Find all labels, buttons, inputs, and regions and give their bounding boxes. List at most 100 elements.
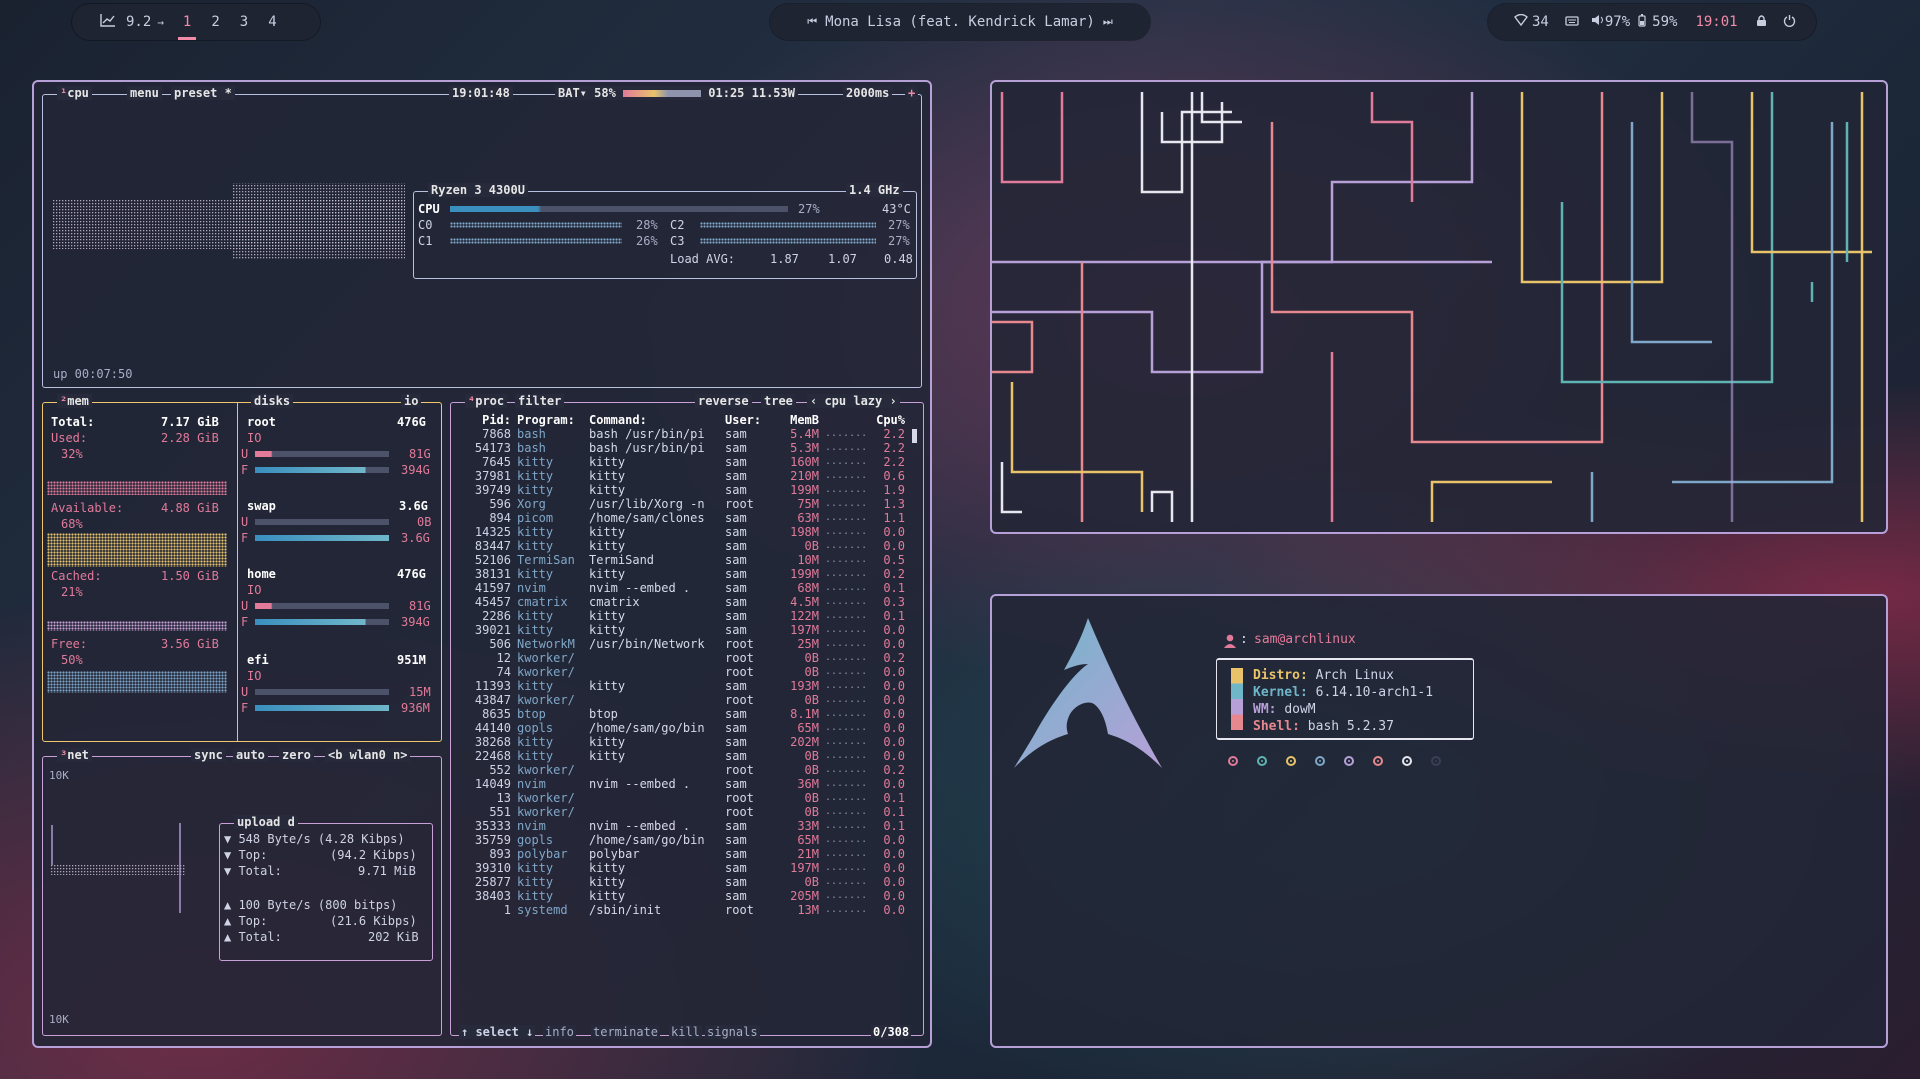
table-row[interactable]: 52106 TermiSan TermiSand sam 10M....... 0.5	[455, 553, 905, 567]
disk-free-meter	[255, 705, 389, 711]
cpu-tab[interactable]: cpu	[67, 86, 89, 100]
net-interface-selector[interactable]: <b wlan0 n>	[325, 748, 411, 762]
table-row[interactable]: 39021 kitty kitty sam 197M....... 0.0	[455, 623, 905, 637]
table-row[interactable]: 506 NetworkM/usr/bin/Network root 25M......…	[455, 637, 905, 651]
workspace-1[interactable]: 1	[176, 14, 198, 40]
table-row[interactable]: 44140 gopls/home/sam/go/bin sam 65M....... 0…	[455, 721, 905, 735]
proc-tree-toggle[interactable]: tree	[761, 394, 796, 408]
table-row[interactable]: 13 kworker/root 0B....... 0.1	[455, 791, 905, 805]
table-row[interactable]: 45457 cmatrix cmatrix sam 4.5M....... 0.3	[455, 595, 905, 609]
col-cpu[interactable]: Cpu%	[873, 413, 905, 427]
proc-cpu: 0.0	[883, 749, 905, 763]
proc-info-button[interactable]: info	[543, 1025, 576, 1039]
proc-cpu-graph: .......	[825, 554, 868, 565]
update-interval[interactable]: 2000ms	[843, 86, 893, 100]
pipes-window[interactable]	[990, 80, 1888, 534]
table-row[interactable]: 83447 kitty kitty sam 0B....... 0.0	[455, 539, 905, 553]
proc-kill-button[interactable]: kill	[669, 1025, 702, 1039]
table-row[interactable]: 35759 gopls/home/sam/go/bin sam 65M....... 0…	[455, 833, 905, 847]
net-zero-toggle[interactable]: zero	[279, 748, 314, 762]
col-pid[interactable]: Pid:	[455, 413, 517, 427]
table-row[interactable]: 2286 kitty kitty sam 122M....... 0.1	[455, 609, 905, 623]
table-row[interactable]: 35333 nvim nvim --embed . sam 33M....... 0.1	[455, 819, 905, 833]
disks-tab[interactable]: disks	[251, 394, 294, 408]
table-row[interactable]: 41597 nvim nvim --embed . sam 68M....... 0.1	[455, 581, 905, 595]
previous-track-button[interactable]: ⏮	[807, 15, 817, 29]
proc-terminate-button[interactable]: terminate	[591, 1025, 661, 1039]
fetch-info-box: Distro: Arch Linux Kernel: 6.14.10-arch1…	[1216, 658, 1474, 740]
table-row[interactable]: 596 Xorg/usr/lib/Xorg -n root 75M....... 1.3	[455, 497, 905, 511]
user-icon	[1224, 634, 1236, 652]
proc-program: nvim	[517, 777, 546, 791]
proc-reverse-toggle[interactable]: reverse	[695, 394, 752, 408]
table-row[interactable]: 54173 bash bash /usr/bin/pi sam 5.3M....... 2…	[455, 441, 905, 455]
table-row[interactable]: 552 kworker/root 0B....... 0.2	[455, 763, 905, 777]
table-row[interactable]: 551 kworker/root 0B....... 0.1	[455, 805, 905, 819]
mem-tab[interactable]: mem	[67, 394, 89, 408]
proc-filter-button[interactable]: filter	[515, 394, 565, 408]
next-track-button[interactable]: ⏭	[1103, 15, 1113, 29]
download-total-value: 9.71 MiB	[358, 864, 416, 878]
table-row[interactable]: 25877 kitty kitty sam 0B....... 0.0	[455, 875, 905, 889]
workspace-4[interactable]: 4	[261, 14, 283, 30]
table-row[interactable]: 14049 nvim nvim --embed . sam 36M....... 0.0	[455, 777, 905, 791]
table-row[interactable]: 893 polybar polybar sam 21M....... 0.0	[455, 847, 905, 861]
proc-program: kworker/	[517, 791, 575, 805]
table-row[interactable]: 7868 bash bash /usr/bin/pi sam 5.4M....... 2.…	[455, 427, 905, 441]
table-row[interactable]: 11393 kitty kitty sam 193M....... 0.0	[455, 679, 905, 693]
proc-program: kitty	[517, 455, 554, 469]
keyboard-icon	[1565, 14, 1579, 30]
proc-command: kitty	[589, 567, 626, 581]
fetch-window[interactable]: : sam@archlinux Distro: Arch Linux Kerne…	[990, 594, 1888, 1048]
col-command[interactable]: Command:	[589, 413, 725, 427]
table-row[interactable]: 74 kworker/root 0B....... 0.0	[455, 665, 905, 679]
proc-mem: 65M	[797, 721, 819, 735]
table-row[interactable]: 37981 kitty kitty sam 210M....... 0.6	[455, 469, 905, 483]
table-row[interactable]: 1 systemd/sbin/init root 13M....... 0.0	[455, 903, 905, 917]
lock-icon[interactable]	[1756, 14, 1767, 31]
table-row[interactable]: 14325 kitty kitty sam 198M....... 0.0	[455, 525, 905, 539]
col-user[interactable]: User:	[725, 413, 781, 427]
proc-tab[interactable]: proc	[475, 394, 504, 408]
io-toggle[interactable]: io	[401, 394, 422, 408]
table-row[interactable]: 8635 btop btop sam 8.1M....... 0.0	[455, 707, 905, 721]
proc-signals-button[interactable]: signals	[705, 1025, 760, 1039]
net-sync-toggle[interactable]: sync	[191, 748, 226, 762]
interval-plus-button[interactable]: +	[905, 86, 919, 100]
col-mem[interactable]: MemB	[781, 413, 819, 427]
proc-select-hint[interactable]: ↑ select ↓	[459, 1025, 536, 1039]
proc-command: cmatrix	[589, 595, 640, 609]
proc-command: kitty	[589, 749, 626, 763]
menu-button[interactable]: menu	[127, 86, 162, 100]
table-row[interactable]: 38131 kitty kitty sam 199M....... 0.2	[455, 567, 905, 581]
palette-dot-icon	[1373, 756, 1383, 766]
power-icon[interactable]	[1783, 14, 1796, 31]
table-row[interactable]: 38403 kitty kitty sam 205M....... 0.0	[455, 889, 905, 903]
disk-free-value: 3.6G	[401, 531, 430, 545]
workspace-2[interactable]: 2	[204, 14, 226, 30]
proc-mem: 205M	[790, 889, 819, 903]
col-program[interactable]: Program:	[517, 413, 589, 427]
preset-button[interactable]: preset *	[171, 86, 235, 100]
table-row[interactable]: 22468 kitty kitty sam 0B....... 0.0	[455, 749, 905, 763]
net-tab[interactable]: net	[67, 748, 89, 762]
table-row[interactable]: 7645 kitty kitty sam 160M....... 2.2	[455, 455, 905, 469]
table-row[interactable]: 12 kworker/root 0B....... 0.2	[455, 651, 905, 665]
workspace-3[interactable]: 3	[233, 14, 255, 30]
table-row[interactable]: 43847 kworker/root 0B....... 0.0	[455, 693, 905, 707]
table-row[interactable]: 38268 kitty kitty sam 202M....... 0.0	[455, 735, 905, 749]
btop-window[interactable]: ¹cpu menu preset * 19:01:48 BAT▾ 58% 01:…	[32, 80, 932, 1048]
table-row[interactable]: 39749 kitty kitty sam 199M....... 1.9	[455, 483, 905, 497]
proc-cpu-graph: .......	[825, 540, 868, 551]
table-row[interactable]: 39310 kitty kitty sam 197M....... 0.0	[455, 861, 905, 875]
proc-scrollbar[interactable]	[912, 429, 917, 443]
table-row[interactable]: 894 picom/home/sam/clones sam 63M....... 1.1	[455, 511, 905, 525]
proc-sort-selector[interactable]: ‹ cpu lazy ›	[807, 394, 900, 408]
proc-cpu: 0.0	[883, 889, 905, 903]
disk-used-meter	[255, 451, 389, 457]
proc-user: sam	[725, 707, 747, 721]
volume-icon[interactable]	[1591, 14, 1605, 30]
proc-mem: 0B	[804, 651, 819, 665]
net-auto-toggle[interactable]: auto	[233, 748, 268, 762]
volume-level[interactable]: 97%	[1605, 14, 1630, 30]
